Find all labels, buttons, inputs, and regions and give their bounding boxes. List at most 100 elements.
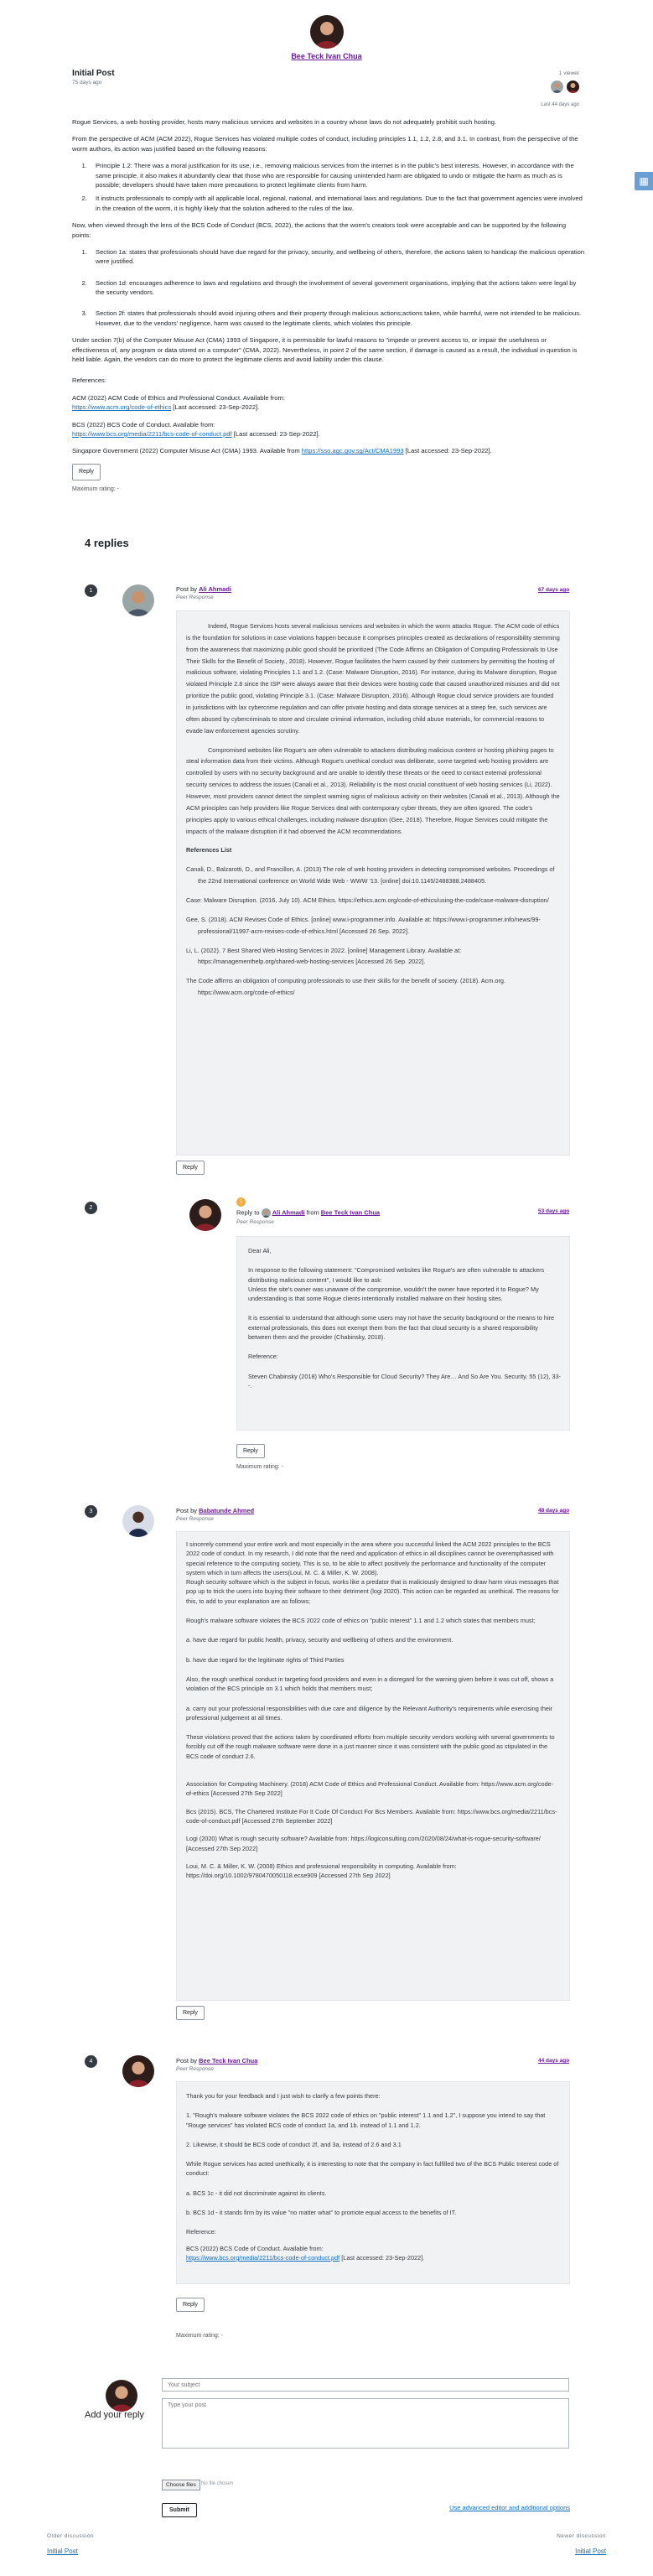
paragraph: Under section 7(b) of the Computer Misus… [72,336,578,364]
rating-display: Maximum rating: - [236,1464,284,1470]
file-status: No file chosen [201,2481,234,2486]
reference-item: Bcs (2015). BCS, The Chartered Institute… [186,1807,557,1825]
viewer-avatar[interactable] [551,80,563,93]
reference-item: BCS (2022) BCS Code of Conduct. Availabl… [72,420,320,438]
paragraph: b. BCS 1d - it stands firm by its value … [186,2209,457,2217]
paragraph: Also, the rough unethical conduct in tar… [186,1675,554,1693]
list-item: It instructs professionals to comply wit… [89,194,585,213]
paragraph: These violations proved that the actions… [186,1733,555,1760]
reply-type-label: Peer Response [176,1516,214,1522]
reply-body: I sincerely commend your entire work and… [186,1540,560,1888]
paragraph: In response to the following statement: … [248,1266,545,1303]
reply-button[interactable]: Reply [176,2298,205,2312]
reply-type-label: Peer Response [176,595,214,600]
viewer-avatar[interactable] [567,80,579,93]
paragraph: a. have due regard for public health, pr… [186,1636,453,1644]
reference-link[interactable]: https://sso.agc.gov.sg/Act/CMA1993 [302,447,404,454]
post-title: Initial Post [72,69,115,78]
paragraph: b. have due regard for the legitimate ri… [186,1655,345,1664]
paragraph: Thank you for your feedback and I just w… [186,2092,381,2100]
viewer-count: 1 viewer [558,70,579,76]
references-title: References List [186,846,232,854]
advanced-editor-link[interactable]: Use advanced editor and additional optio… [449,2504,570,2511]
replies-heading: 4 replies [85,537,129,549]
reply-permalink[interactable]: 67 days ago [538,587,569,593]
paragraph: 1. "Rough's malware software violates th… [186,2111,546,2129]
list-item: Principle 1.2: There was a moral justifi… [89,161,585,190]
reply-number-badge: 4 [85,2055,97,2068]
paragraph: a. BCS 1c - it did not discriminate agai… [186,2189,327,2197]
reference-item: ACM (2022) ACM Code of Ethics and Profes… [72,393,285,412]
parent-author-link[interactable]: Ali Ahmadi [272,1208,305,1216]
reply-permalink[interactable]: 48 days ago [538,1508,569,1514]
list-item: Section 1d: encourages adherence to laws… [89,278,585,298]
paragraph: While Rogue services has acted unethical… [186,2160,559,2178]
reference-title: Reference: [186,2228,216,2236]
paragraph: Now, when viewed through the lens of the… [72,221,567,239]
post-age: 75 days ago [72,80,102,86]
principles-list: Principle 1.2: There was a moral justifi… [89,161,585,213]
reference-item: Canali, D., Balzarotti, D., and Francill… [186,865,555,886]
reply-button[interactable]: Reply [236,1444,265,1458]
submit-button[interactable]: Submit [162,2503,197,2517]
reply-type-label: Peer Response [236,1219,274,1225]
reference-item: Steven Chabinsky (2018) Who's Responsibl… [248,1372,562,1389]
choose-files-button[interactable]: Choose files [162,2480,200,2490]
greeting: Dear Ali, [248,1247,272,1254]
list-item: Section 1a: states that professionals sh… [89,247,585,267]
bcs-sections-list: Section 1a: states that professionals sh… [89,247,585,328]
reply-author-link[interactable]: Ali Ahmadi [199,585,231,593]
reference-item: BCS (2022) BCS Code of Conduct. Availabl… [186,2244,425,2262]
last-edit-note: Last 44 days ago [541,102,579,107]
reference-item: Logi (2020) What is rough security softw… [186,1835,541,1852]
paragraph: Rough's malware software violates the BC… [186,1617,536,1625]
reply-button[interactable]: Reply [176,1161,205,1175]
list-item: Section 2f: states that professionals sh… [89,309,585,328]
reply-type-label: Peer Response [176,2066,214,2072]
reply-author-avatar[interactable] [122,1505,154,1537]
reference-link[interactable]: https://www.bcs.org/media/2211/bcs-code-… [186,2254,339,2262]
reply-button[interactable]: Reply [72,463,101,481]
post-textarea[interactable] [162,2398,569,2449]
author-name-link[interactable]: Bee Teck Ivan Chua [0,52,653,60]
author-avatar[interactable] [310,15,344,49]
reply-author-avatar[interactable] [122,584,154,616]
reference-item: Loui, M. C. & Miller, K. W. (2008) Ethic… [186,1862,457,1880]
subject-input[interactable] [162,2378,569,2392]
paragraph: a. carry out your professional responsib… [186,1704,552,1722]
reference-item: Li, L. (2022). 7 Best Shared Web Hosting… [186,946,462,966]
reply-body: Dear Ali, In response to the following s… [248,1246,562,1398]
paragraph: I sincerely commend your entire work and… [186,1540,559,1605]
newer-discussion-link[interactable]: Initial Post [575,2547,606,2555]
reply-author-link[interactable]: Bee Teck Ivan Chua [199,2057,257,2064]
reference-item: Case: Malware Disruption. (2016, July 10… [186,896,549,905]
paragraph: Compromised websites like Rogue's are of… [186,745,560,835]
reply-author-avatar[interactable] [189,1199,221,1231]
reply-author-link[interactable]: Bee Teck Ivan Chua [321,1208,380,1216]
reference-link[interactable]: https://www.acm.org/code-of-ethics [72,403,171,411]
reply-permalink[interactable]: 53 days ago [538,1208,569,1214]
reply-number-badge: 1 [85,584,97,597]
reference-item: Gee, S. (2018). ACM Revises Code of Ethi… [186,915,541,935]
paragraph: Indeed, Rogue Services hosts several mal… [186,622,560,735]
references-title: References: [72,377,106,385]
reply-author-link[interactable]: Babatunde Ahmed [199,1507,254,1514]
older-discussion-link[interactable]: Initial Post [47,2547,78,2555]
reply-permalink[interactable]: 44 days ago [538,2058,569,2064]
paragraph: It is essential to understand that altho… [248,1314,555,1342]
viewer-avatars [551,80,579,93]
parent-author-avatar [262,1208,271,1218]
references: References: ACM (2022) ACM Code of Ethic… [72,376,585,455]
reply-author-avatar[interactable] [122,2055,154,2087]
reply-body: Indeed, Rogue Services hosts several mal… [186,621,560,1006]
post-body: Rogue Services, a web hosting provider, … [72,117,585,495]
post-author-header: Bee Teck Ivan Chua [0,15,653,60]
newer-discussion-label: Newer discussion [557,2533,606,2539]
reply-button[interactable]: Reply [176,2006,205,2020]
side-panel-toggle-icon[interactable]: ▦ [635,172,653,190]
reference-link[interactable]: https://www.bcs.org/media/2211/bcs-code-… [72,430,232,438]
reply-byline: Reply to Ali Ahmadi from Bee Teck Ivan C… [236,1208,381,1218]
reply-byline: Post by Babatunde Ahmed [176,1507,255,1514]
reference-item: The Code affirms an obligation of comput… [186,977,505,997]
paragraph: 2. Likewise, it should be BCS code of co… [186,2140,402,2148]
